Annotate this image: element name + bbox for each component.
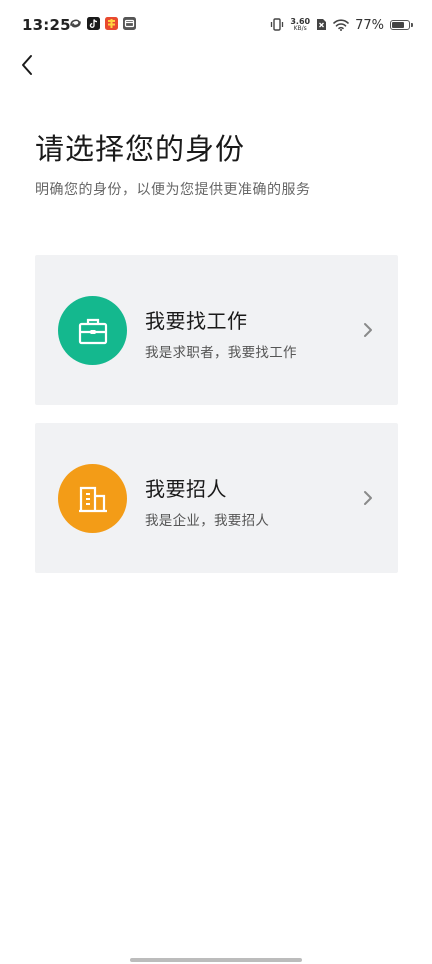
identity-select-screen: 13:25 3.60 KB/s 77% 请选择您的身份 明确您的身份，以便为您提… [0, 0, 432, 964]
page-subtitle: 明确您的身份，以便为您提供更准确的服务 [35, 182, 311, 198]
tiktok-icon [87, 17, 100, 30]
battery-percent: 77% [355, 17, 384, 33]
recruiter-option[interactable]: 我要招人 我是企业，我要招人 [35, 423, 398, 573]
wallet-app-icon [123, 17, 136, 30]
status-bar: 13:25 3.60 KB/s 77% [0, 0, 432, 52]
chevron-left-icon [22, 55, 32, 75]
recruiter-description: 我是企业，我要招人 [145, 513, 270, 529]
recruiter-icon-circle [58, 464, 127, 533]
network-speed: 3.60 KB/s [290, 18, 310, 32]
network-speed-unit: KB/s [293, 25, 307, 32]
swirl-app-icon [69, 17, 82, 30]
page-title: 请选择您的身份 [35, 132, 246, 166]
job-seeker-description: 我是求职者，我要找工作 [145, 345, 297, 361]
battery-icon [390, 20, 413, 30]
system-status-icons: 3.60 KB/s 77% [270, 16, 413, 35]
status-time: 13:25 [22, 16, 71, 34]
job-seeker-option[interactable]: 我要找工作 我是求职者，我要找工作 [35, 255, 398, 405]
vibrate-icon [270, 16, 284, 35]
job-seeker-title: 我要找工作 [145, 309, 248, 333]
job-seeker-icon-circle [58, 296, 127, 365]
notification-icons [69, 17, 136, 30]
back-button[interactable] [12, 50, 42, 80]
battery-fill [392, 22, 405, 28]
chevron-right-icon [364, 323, 372, 337]
sim-off-icon [316, 16, 327, 35]
wifi-icon [333, 16, 349, 35]
briefcase-icon [78, 318, 107, 344]
home-indicator[interactable] [130, 958, 302, 962]
building-icon [78, 486, 107, 512]
red-app-icon [105, 17, 118, 30]
recruiter-title: 我要招人 [145, 477, 227, 501]
chevron-right-icon [364, 491, 372, 505]
